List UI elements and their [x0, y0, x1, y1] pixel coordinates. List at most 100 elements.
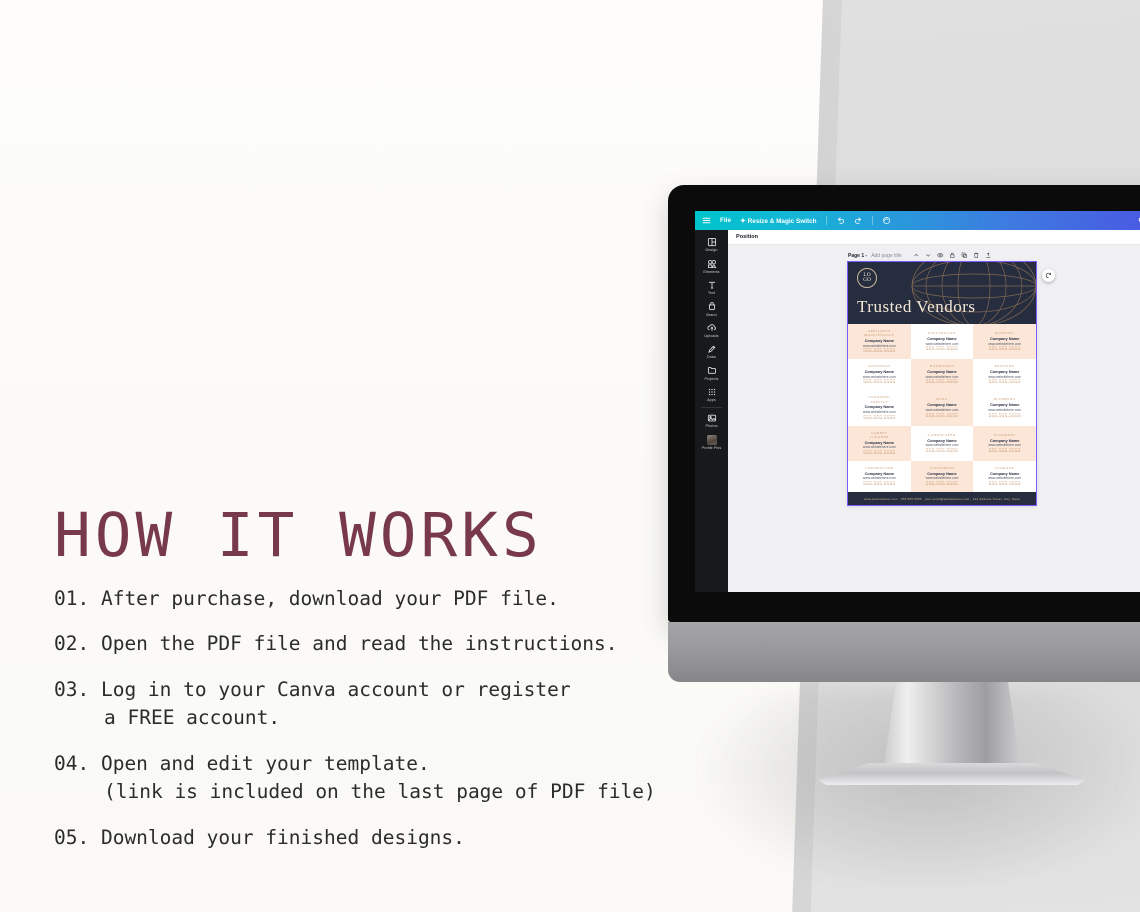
vendor-card[interactable]: ROOFING Company Name www.websitehere.com 55… — [973, 324, 1036, 360]
sidebar-divider — [701, 407, 722, 408]
vendor-website: www.websitehere.com — [925, 341, 959, 346]
vendor-phone: 555.555.5555 — [988, 447, 1021, 454]
vendor-card[interactable]: CARPET CLEANER Company Name www.websiteher… — [848, 425, 911, 461]
vendor-card[interactable]: HANDYMAN Company Name www.websitehere.com 5… — [910, 359, 974, 391]
draw-icon — [707, 345, 715, 353]
vendor-category: LOCKSMITH — [929, 465, 955, 470]
text-icon — [708, 281, 715, 289]
profile-pics-thumb — [706, 434, 717, 445]
sidebar-item-draw[interactable]: Draw — [695, 341, 728, 362]
vendor-category: STORAGE — [995, 465, 1015, 470]
canva-topbar: File ✦ Resize & Magic Switch Copy of BRE… — [695, 211, 1140, 230]
vendor-website: www.websitehere.com — [988, 476, 1022, 481]
vendor-phone: 555.555.5555 — [925, 379, 959, 386]
vendor-card[interactable]: STORAGE Company Name www.websitehere.com 55… — [973, 460, 1036, 492]
instructions-block: HOW IT WORKS 01. After purchase, downloa… — [54, 505, 694, 852]
sidebar-item-label: Uploads — [704, 333, 719, 338]
sidebar-item-uploads[interactable]: Uploads — [695, 320, 728, 341]
page-title: HOW IT WORKS — [54, 500, 543, 571]
chevron-up-icon[interactable] — [913, 252, 920, 261]
step-item: 03. Log in to your Canva account or regi… — [54, 676, 694, 733]
step-item: 05. Download your finished designs. — [54, 824, 694, 852]
vendor-card[interactable]: PAINTING Company Name www.websitehere.com 5… — [973, 359, 1036, 391]
vendor-website: www.websitehere.com — [862, 343, 896, 348]
vendor-card[interactable]: PLUMBING Company Name www.websitehere.com 5… — [973, 390, 1036, 426]
logo-line-2: GO — [863, 277, 871, 283]
vendor-website: www.websitehere.com — [988, 341, 1022, 346]
sidebar-item-design[interactable]: Design — [695, 234, 728, 255]
apps-icon — [708, 388, 715, 395]
step-item: 01. After purchase, download your PDF fi… — [54, 585, 694, 613]
toolbar-divider — [825, 216, 827, 225]
vendor-card[interactable]: LANDSCAPER Company Name www.websitehere.co… — [910, 425, 974, 461]
vendor-phone: 555.555.5555 — [925, 412, 959, 419]
vendor-website: www.websitehere.com — [925, 443, 959, 448]
vendor-company-name: Company Name — [989, 369, 1020, 375]
duplicate-icon[interactable] — [961, 252, 968, 261]
vendor-card[interactable]: LOCKSMITH Company Name www.websitehere.com… — [910, 460, 974, 492]
undo-icon[interactable] — [836, 216, 845, 225]
sidebar-item-profile-pics[interactable]: Profile Pics — [695, 431, 728, 452]
design-document[interactable]: LO GO Trusted Vendors APPLIANCE MAINTENA… — [847, 261, 1037, 506]
sidebar-item-projects[interactable]: Projects — [695, 362, 728, 383]
design-header: LO GO Trusted Vendors — [848, 262, 1036, 324]
monitor-bezel: File ✦ Resize & Magic Switch Copy of BRE… — [668, 185, 1140, 622]
vendor-phone: 555.555.5555 — [863, 414, 896, 421]
vendor-website: www.websitehere.com — [862, 410, 896, 415]
vendor-phone: 555.555.5555 — [863, 379, 896, 386]
lock-icon[interactable] — [949, 252, 956, 261]
vendor-card[interactable]: CONTRACTOR Company Name www.websitehere.co… — [848, 460, 911, 492]
step-number: 05. Download your finished designs. — [54, 825, 465, 849]
page-title-input[interactable]: Add page title — [871, 253, 902, 259]
sidebar-item-elements[interactable]: Elements — [695, 255, 728, 276]
vendor-phone: 555.555.5555 — [988, 481, 1021, 487]
vendor-card[interactable]: HVAC Company Name www.websitehere.com 555.5… — [910, 390, 974, 426]
vendor-category: HVAC — [936, 397, 948, 402]
vendor-website: www.websitehere.com — [988, 407, 1022, 412]
sidebar-item-apps[interactable]: Apps — [695, 384, 728, 405]
hide-page-icon[interactable] — [936, 252, 944, 261]
sidebar-item-label: Photos — [705, 424, 718, 429]
vendor-card[interactable]: ANTENNAS Company Name www.websitehere.com 5… — [848, 359, 911, 391]
delete-icon[interactable] — [973, 252, 980, 261]
vendor-category: PLUMBING — [993, 397, 1016, 402]
file-menu-button[interactable]: File — [720, 217, 731, 224]
rotate-handle-button[interactable] — [1042, 269, 1055, 282]
vendor-website: www.websitehere.com — [988, 443, 1022, 448]
sidebar-item-label: Elements — [703, 269, 720, 274]
vendor-category: PAINTING — [994, 364, 1015, 369]
hamburger-icon[interactable] — [702, 216, 711, 225]
vendor-company-name: Company Name — [989, 437, 1020, 443]
step-number: 02. Open the PDF file and read the instr… — [54, 632, 618, 656]
elements-icon — [707, 259, 716, 268]
redo-icon[interactable] — [854, 216, 863, 225]
sidebar-item-label: Profile Pics — [701, 445, 722, 450]
expand-icon[interactable] — [985, 252, 992, 261]
vendor-category: LANDSCAPER — [928, 432, 956, 437]
step-number: 03. Log in to your Canva account or regi… — [54, 677, 571, 701]
vendor-website: www.websitehere.com — [925, 407, 959, 412]
vendor-phone: 555.555.5555 — [925, 346, 959, 353]
vendor-website: www.websitehere.com — [862, 476, 896, 481]
step-number: 04. Open and edit your template. — [54, 751, 430, 775]
cloud-sync-icon[interactable] — [882, 216, 891, 225]
sidebar-item-label: Apps — [707, 398, 716, 402]
vendor-phone: 555.555.5555 — [863, 348, 896, 355]
tab-position[interactable]: Position — [736, 234, 758, 240]
vendor-card[interactable]: APPLIANCE MAINTENANCE Company Name www.web… — [848, 324, 911, 360]
sidebar-item-brand[interactable]: Brand — [695, 298, 728, 319]
chevron-down-icon[interactable] — [925, 252, 932, 261]
sidebar-item-photos[interactable]: Photos — [695, 410, 728, 431]
vendor-card[interactable]: ELECTRICIAN Company Name www.websitehere.c… — [910, 324, 974, 360]
design-footer: www.websitehere.com · 555.555.5555 · you… — [848, 492, 1036, 505]
resize-magic-switch-button[interactable]: ✦ Resize & Magic Switch — [740, 217, 817, 225]
vendor-card[interactable]: FLOORING Company Name www.websitehere.com 5… — [973, 425, 1036, 461]
vendor-company-name: Company Name — [864, 439, 895, 445]
sidebar-item-text[interactable]: Text — [695, 277, 728, 298]
vendor-card[interactable]: CLEANING SERVICE Company Name www.websiteh… — [848, 390, 911, 426]
brand-icon — [708, 302, 715, 311]
design-icon — [707, 238, 716, 247]
page-header: Page 1 - Add page title — [848, 252, 991, 261]
vendor-company-name: Company Name — [927, 402, 957, 408]
imac-mockup: File ✦ Resize & Magic Switch Copy of BRE… — [668, 185, 1140, 785]
